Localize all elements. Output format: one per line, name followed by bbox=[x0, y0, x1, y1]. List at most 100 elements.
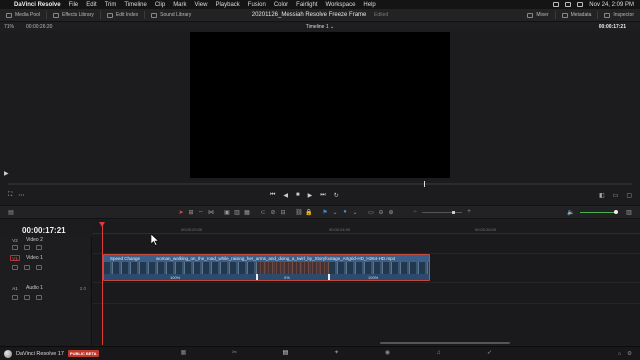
insert-clip-icon[interactable]: ▣ bbox=[222, 208, 232, 216]
detail-zoom-icon[interactable]: ⊖ bbox=[376, 208, 386, 216]
menu-view[interactable]: View bbox=[195, 2, 208, 8]
fairlight-page-icon[interactable]: ♫ bbox=[435, 350, 442, 357]
in-out-icon[interactable]: ▭ bbox=[613, 192, 619, 199]
position-lock-icon[interactable]: ⊟ bbox=[278, 208, 288, 216]
timeline-zoom-slider[interactable] bbox=[422, 211, 462, 214]
loop-icon[interactable]: ↻ bbox=[334, 192, 339, 199]
marker-dropdown-icon[interactable]: ⌄ bbox=[350, 208, 360, 216]
video-preview[interactable] bbox=[190, 32, 450, 178]
cut-page-icon[interactable]: ✂ bbox=[231, 350, 238, 357]
timeline-scrollbar[interactable] bbox=[380, 342, 510, 344]
track-id-a1[interactable]: A1 bbox=[10, 285, 20, 291]
trim-tool-icon[interactable]: ⊞ bbox=[186, 208, 196, 216]
settings-icon[interactable]: ⚙ bbox=[627, 351, 632, 357]
home-icon[interactable]: ⌂ bbox=[618, 351, 621, 357]
menu-trim[interactable]: Trim bbox=[105, 2, 117, 8]
track-name-v2[interactable]: Video 2 bbox=[26, 237, 43, 243]
lock-icon[interactable]: 🔒 bbox=[304, 208, 314, 216]
menu-file[interactable]: File bbox=[69, 2, 79, 8]
speed-point-handle[interactable] bbox=[256, 274, 258, 280]
play-icon[interactable]: ▶ bbox=[308, 192, 313, 199]
layout-icon[interactable]: ▤ bbox=[6, 208, 16, 216]
custom-zoom-icon[interactable]: ⊕ bbox=[386, 208, 396, 216]
menu-help[interactable]: Help bbox=[363, 2, 375, 8]
app-menu[interactable]: DaVinci Resolve bbox=[14, 2, 61, 8]
full-zoom-icon[interactable]: ▭ bbox=[366, 208, 376, 216]
media-page-icon[interactable]: ▦ bbox=[180, 350, 187, 357]
last-frame-icon[interactable]: ⏭ bbox=[320, 192, 325, 199]
menu-edit[interactable]: Edit bbox=[86, 2, 96, 8]
wifi-icon[interactable] bbox=[565, 2, 572, 7]
stop-icon[interactable]: ■ bbox=[296, 192, 300, 199]
playhead-handle[interactable] bbox=[99, 222, 105, 227]
video-clip[interactable]: Speed Change woman_walking_on_the_road_w… bbox=[103, 254, 430, 281]
fullscreen-icon[interactable]: ⛶ bbox=[8, 192, 12, 199]
fusion-page-icon[interactable]: ✦ bbox=[333, 350, 340, 357]
speaker-icon[interactable]: 🔈 bbox=[566, 208, 576, 216]
auto-select-icon[interactable] bbox=[24, 265, 30, 270]
marker-icon[interactable]: ● bbox=[340, 208, 350, 216]
menu-fusion[interactable]: Fusion bbox=[248, 2, 266, 8]
speed-point-handle[interactable] bbox=[328, 274, 330, 280]
control-center-icon[interactable] bbox=[577, 2, 584, 7]
timeline-timecode[interactable]: 00:00:17:21 bbox=[22, 226, 66, 235]
media-pool-button[interactable]: Media Pool bbox=[0, 9, 46, 21]
flag-icon[interactable]: ⚑ bbox=[320, 208, 330, 216]
track-name-v1[interactable]: Video 1 bbox=[26, 255, 43, 261]
blade-tool-icon[interactable]: ⋈ bbox=[206, 208, 216, 216]
effects-library-button[interactable]: Effects Library bbox=[47, 9, 100, 21]
dynamic-trim-icon[interactable]: ⇔ bbox=[196, 208, 206, 216]
menu-color[interactable]: Color bbox=[274, 2, 288, 8]
lock-track-icon[interactable] bbox=[12, 295, 18, 300]
auto-select-icon[interactable] bbox=[24, 245, 30, 250]
inspector-button[interactable]: Inspector bbox=[598, 9, 640, 21]
mute-icon[interactable] bbox=[36, 295, 42, 300]
track-visibility-icon[interactable] bbox=[36, 265, 42, 270]
play-reverse-icon[interactable]: ◀ bbox=[283, 192, 288, 199]
mixer-button[interactable]: Mixer bbox=[521, 9, 554, 21]
overwrite-clip-icon[interactable]: ▥ bbox=[232, 208, 242, 216]
track-id-v2[interactable]: V2 bbox=[10, 237, 20, 243]
zoom-slider-knob[interactable] bbox=[452, 211, 455, 214]
menu-clip[interactable]: Clip bbox=[155, 2, 165, 8]
sound-library-button[interactable]: Sound Library bbox=[145, 9, 197, 21]
viewer-scrubber[interactable] bbox=[8, 181, 632, 187]
track-id-v1[interactable]: V1 bbox=[10, 255, 20, 261]
viewer-settings-icon[interactable]: ▢ bbox=[626, 192, 632, 199]
flag-dropdown-icon[interactable]: ⌄ bbox=[330, 208, 340, 216]
linked-selection-icon[interactable]: ⊘ bbox=[268, 208, 278, 216]
replace-clip-icon[interactable]: ▦ bbox=[242, 208, 252, 216]
match-frame-icon[interactable]: ◧ bbox=[599, 192, 605, 199]
lock-track-icon[interactable] bbox=[12, 265, 18, 270]
first-frame-icon[interactable]: ⏮ bbox=[270, 192, 275, 199]
timeline-ruler[interactable]: 00:00:20:00 00:00:24:00 00:00:28:00 bbox=[93, 222, 640, 234]
snapping-icon[interactable]: ⊂ bbox=[258, 208, 268, 216]
edit-page-icon[interactable]: ▤ bbox=[282, 350, 289, 357]
menu-playback[interactable]: Playback bbox=[215, 2, 239, 8]
timeline-playhead[interactable] bbox=[102, 222, 103, 345]
scrubber-playhead[interactable] bbox=[424, 181, 425, 187]
audio-meter-icon[interactable]: ▥ bbox=[624, 208, 634, 216]
volume-slider[interactable] bbox=[580, 210, 618, 214]
solo-icon[interactable] bbox=[24, 295, 30, 300]
zoom-in-icon[interactable]: + bbox=[464, 208, 474, 216]
volume-knob[interactable] bbox=[614, 210, 618, 214]
track-name-a1[interactable]: Audio 1 bbox=[26, 285, 43, 291]
link-icon[interactable]: ⛓ bbox=[294, 208, 304, 216]
deliver-page-icon[interactable]: ➶ bbox=[486, 350, 493, 357]
selection-tool-icon[interactable]: ➤ bbox=[176, 208, 186, 216]
expand-arrow-icon[interactable]: ▶ bbox=[4, 170, 9, 177]
track-visibility-icon[interactable] bbox=[36, 245, 42, 250]
viewer-options-icon[interactable]: ⋯ bbox=[18, 192, 24, 199]
edit-index-button[interactable]: Edit Index bbox=[101, 9, 144, 21]
menu-workspace[interactable]: Workspace bbox=[326, 2, 356, 8]
metadata-button[interactable]: Metadata bbox=[556, 9, 598, 21]
timeline-name-dropdown[interactable]: Timeline 1 ⌄ bbox=[0, 24, 640, 30]
timeline-tracks-area[interactable] bbox=[93, 235, 640, 345]
zoom-out-icon[interactable]: − bbox=[410, 208, 420, 216]
menu-fairlight[interactable]: Fairlight bbox=[296, 2, 317, 8]
lock-track-icon[interactable] bbox=[12, 245, 18, 250]
battery-icon[interactable] bbox=[553, 2, 560, 7]
color-page-icon[interactable]: ◉ bbox=[384, 350, 391, 357]
menubar-clock[interactable]: Nov 24, 2:09 PM bbox=[589, 2, 634, 8]
